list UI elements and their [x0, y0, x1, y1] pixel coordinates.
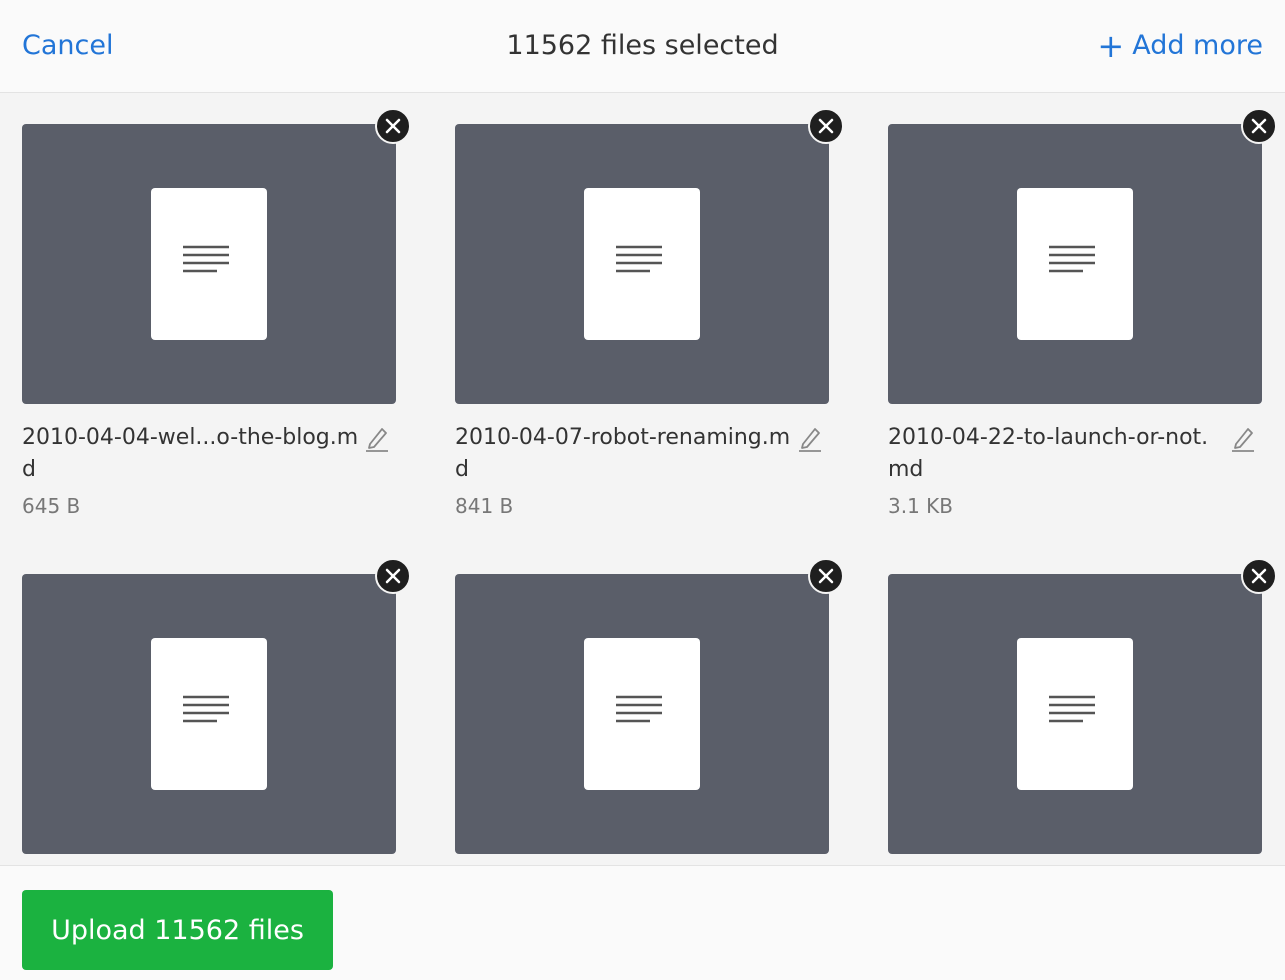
remove-file-button[interactable]: [1241, 558, 1277, 594]
file-size: 645 B: [22, 494, 81, 518]
pencil-icon: [799, 428, 821, 452]
remove-file-button[interactable]: [808, 558, 844, 594]
edit-file-button[interactable]: [1228, 424, 1258, 454]
edit-file-button[interactable]: [795, 424, 825, 454]
remove-file-button[interactable]: [1241, 108, 1277, 144]
file-thumbnail: [888, 574, 1262, 854]
document-icon: [584, 638, 700, 790]
close-icon: [1251, 118, 1267, 134]
document-icon: [151, 638, 267, 790]
plus-icon: +: [1097, 27, 1125, 65]
document-icon: [1017, 638, 1133, 790]
document-icon: [584, 188, 700, 340]
remove-file-button[interactable]: [375, 558, 411, 594]
remove-file-button[interactable]: [808, 108, 844, 144]
add-more-label: Add more: [1132, 30, 1263, 61]
file-size: 3.1 KB: [888, 494, 953, 518]
close-icon: [1251, 568, 1267, 584]
file-name: 2010-04-07-robot-renaming.md: [455, 425, 791, 482]
file-thumbnail: [22, 574, 396, 854]
add-more-button[interactable]: + Add more: [1097, 26, 1263, 66]
file-grid: 2010-04-04-wel...o-the-blog.md 645 B 201…: [0, 93, 1285, 865]
pencil-icon: [366, 428, 388, 452]
file-name: 2010-04-04-wel...o-the-blog.md: [22, 425, 359, 482]
document-icon: [1017, 188, 1133, 340]
close-icon: [818, 118, 834, 134]
file-thumbnail: [888, 124, 1262, 404]
close-icon: [385, 118, 401, 134]
file-thumbnail: [455, 124, 829, 404]
cancel-button[interactable]: Cancel: [22, 26, 113, 66]
close-icon: [385, 568, 401, 584]
file-name: 2010-04-22-to-launch-or-not.md: [888, 425, 1209, 482]
close-icon: [818, 568, 834, 584]
file-size: 841 B: [455, 494, 514, 518]
upload-button[interactable]: Upload 11562 files: [22, 890, 333, 970]
edit-file-button[interactable]: [362, 424, 392, 454]
file-thumbnail: [455, 574, 829, 854]
remove-file-button[interactable]: [375, 108, 411, 144]
file-thumbnail: [22, 124, 396, 404]
pencil-icon: [1232, 428, 1254, 452]
top-bar: Cancel 11562 files selected + Add more: [0, 0, 1285, 93]
footer-bar: Upload 11562 files: [0, 865, 1285, 980]
document-icon: [151, 188, 267, 340]
page-title: 11562 files selected: [506, 30, 779, 61]
